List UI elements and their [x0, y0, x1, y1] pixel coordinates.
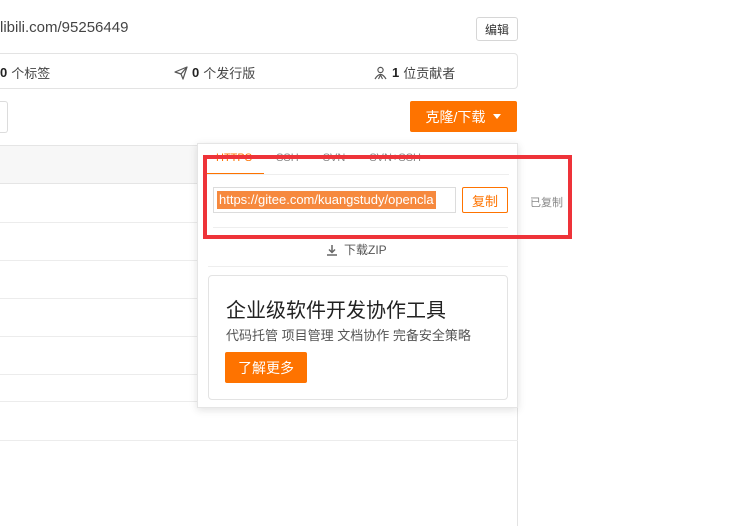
edit-button[interactable]: 编辑 — [476, 17, 518, 41]
zip-divider — [208, 266, 508, 267]
contributors-stat[interactable]: 1 位贡献者 — [373, 63, 455, 82]
releases-count: 0 — [192, 65, 200, 80]
project-url: libili.com/95256449 — [0, 19, 129, 36]
learn-more-button[interactable]: 了解更多 — [225, 352, 307, 383]
repo-stats-bar: 0 个标签 0 个发行版 1 位贡献者 — [0, 53, 518, 89]
contributors-label: 位贡献者 — [403, 66, 456, 81]
download-zip-link[interactable]: 下载ZIP — [326, 241, 387, 258]
promo-subtitle: 代码托管 项目管理 文档协作 完备安全策略 — [226, 328, 471, 343]
promo-title: 企业级软件开发协作工具 — [226, 300, 446, 322]
tags-label: 个标签 — [11, 66, 51, 81]
download-zip-label: 下载ZIP — [344, 243, 387, 257]
promo-card: 企业级软件开发协作工具 代码托管 项目管理 文档协作 完备安全策略 了解更多 — [208, 275, 508, 400]
tags-stat[interactable]: 0 个标签 — [0, 63, 50, 82]
clone-download-label: 克隆/下载 — [425, 108, 486, 125]
clone-download-button[interactable]: 克隆/下载 — [410, 101, 517, 132]
releases-stat[interactable]: 0 个发行版 — [174, 63, 255, 82]
paper-plane-icon — [174, 65, 188, 80]
releases-label: 个发行版 — [203, 66, 256, 81]
download-icon — [327, 244, 337, 256]
contributors-count: 1 — [392, 65, 400, 80]
table-row[interactable] — [0, 440, 518, 441]
branch-select[interactable] — [0, 101, 8, 133]
contributors-icon — [374, 66, 387, 79]
tags-count: 0 — [0, 65, 8, 80]
caret-down-icon — [493, 114, 502, 119]
annotation-highlight-box — [203, 155, 572, 239]
